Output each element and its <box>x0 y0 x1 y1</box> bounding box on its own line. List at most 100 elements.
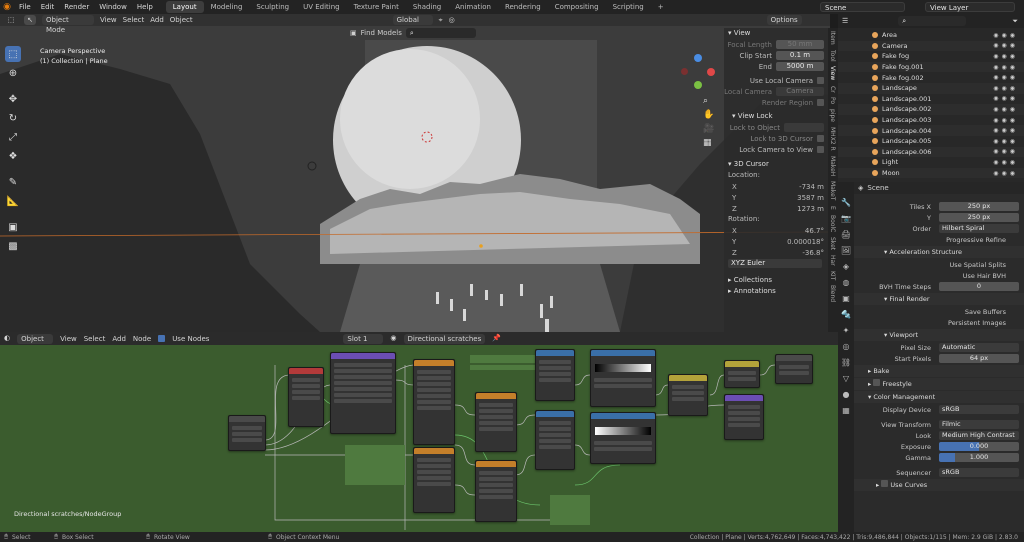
color-management-header[interactable]: ▾ Color Management <box>854 391 1024 403</box>
outliner-item[interactable]: Landscape ◉◉◉ <box>838 82 1024 94</box>
node-color-ramp-2[interactable] <box>590 412 656 464</box>
shader-type-selector[interactable]: Object <box>17 333 54 344</box>
use-curves-header[interactable]: ▸ Use Curves <box>854 479 1024 491</box>
scale-tool-icon[interactable]: ⤢ <box>5 129 21 145</box>
sidebar-tab-makeh[interactable]: MakeH <box>829 156 836 176</box>
cursor-ry-field[interactable]: 0.000018° <box>787 238 824 246</box>
view-layer-tab-icon[interactable]: 🖼 <box>841 246 851 255</box>
perspective-toggle-icon[interactable]: ▦ <box>703 138 714 148</box>
particles-tab-icon[interactable]: ✦ <box>843 326 850 335</box>
look-selector[interactable]: Medium High Contrast <box>939 431 1019 440</box>
outliner-item[interactable]: Fake fog.001 ◉◉◉ <box>838 61 1024 73</box>
3d-viewport[interactable]: ⬚ ↖ Object Mode View Select Add Object G… <box>0 14 830 332</box>
physics-tab-icon[interactable]: ◎ <box>843 342 850 351</box>
menu-add[interactable]: Add <box>150 16 164 24</box>
visibility-icons[interactable]: ◉◉◉ <box>993 127 1018 134</box>
node-math-2[interactable] <box>535 410 575 470</box>
lock-3d-cursor-checkbox[interactable] <box>817 135 824 142</box>
menu-file[interactable]: File <box>14 3 36 11</box>
sidebar-tab-e[interactable]: E <box>829 206 836 210</box>
node-noise-texture-2[interactable] <box>413 447 455 513</box>
cursor-x-field[interactable]: -734 m <box>799 183 824 191</box>
view-section-header[interactable]: ▾ View <box>724 28 828 39</box>
sidebar-tab-maket[interactable]: MakeT <box>829 181 836 200</box>
outliner-item[interactable]: Fake fog.002 ◉◉◉ <box>838 72 1024 83</box>
node-mix-2[interactable] <box>724 360 760 388</box>
visibility-icons[interactable]: ◉◉◉ <box>993 74 1018 81</box>
outliner-item[interactable]: Landscape.005 ◉◉◉ <box>838 136 1024 147</box>
viewport-header[interactable]: ▾ Viewport <box>854 329 1024 341</box>
annotations-header[interactable]: ▸ Annotations <box>724 286 828 297</box>
lock-to-object-field[interactable] <box>784 123 824 132</box>
menu-edit[interactable]: Edit <box>36 3 60 11</box>
node-noise-texture-1[interactable] <box>413 359 455 445</box>
orientation-selector[interactable]: Global <box>392 15 433 25</box>
use-local-camera-checkbox[interactable] <box>817 77 824 84</box>
cursor-tool-icon[interactable]: ⊕ <box>5 65 21 81</box>
visibility-icons[interactable]: ◉◉◉ <box>993 53 1018 60</box>
blender-logo-icon[interactable]: ◉ <box>0 2 14 12</box>
render-tab-icon[interactable]: 📷 <box>841 214 851 223</box>
freestyle-checkbox[interactable] <box>873 379 881 386</box>
collections-header[interactable]: ▸ Collections <box>724 275 828 286</box>
view-lock-header[interactable]: ▾ View Lock <box>724 111 828 122</box>
outliner-item[interactable]: Light ◉◉◉ <box>838 157 1024 168</box>
node-wave-texture-1[interactable] <box>475 392 517 452</box>
filter-icon[interactable]: ⏷ <box>1012 17 1018 25</box>
outliner-item[interactable]: Landscape.004 ◉◉◉ <box>838 125 1024 136</box>
view-transform-selector[interactable]: Filmic <box>939 420 1019 429</box>
tab-rendering[interactable]: Rendering <box>498 1 548 13</box>
modifier-tab-icon[interactable]: 🔩 <box>841 310 851 319</box>
node-math-1[interactable] <box>535 349 575 401</box>
scene-tab-icon[interactable]: ◈ <box>843 262 849 271</box>
pan-icon[interactable]: ✋ <box>703 110 714 120</box>
outliner-item[interactable]: Landscape.003 ◉◉◉ <box>838 115 1024 126</box>
clip-end-field[interactable]: 5000 m <box>776 62 824 71</box>
node-color-ramp-1[interactable] <box>590 349 656 407</box>
tiles-y-field[interactable]: 250 px <box>939 213 1019 222</box>
outliner-type-icon[interactable]: ☰ <box>842 17 848 25</box>
sidebar-tab-blend[interactable]: Blend <box>829 285 836 302</box>
tab-sculpting[interactable]: Sculpting <box>249 1 296 13</box>
cursor-y-field[interactable]: 3587 m <box>797 194 824 202</box>
menu-object[interactable]: Object <box>170 16 193 24</box>
add-workspace-button[interactable]: + <box>651 1 671 13</box>
acceleration-structure-header[interactable]: ▾ Acceleration Structure <box>854 246 1024 258</box>
cursor-rz-field[interactable]: -36.8° <box>802 249 824 257</box>
sidebar-tab-view[interactable]: View <box>829 66 836 80</box>
menu-select[interactable]: Select <box>123 16 145 24</box>
node-group-input[interactable] <box>228 415 266 451</box>
visibility-icons[interactable]: ◉◉◉ <box>993 138 1018 145</box>
visibility-icons[interactable]: ◉◉◉ <box>993 85 1018 92</box>
node-bump[interactable] <box>724 394 764 440</box>
camera-view-icon[interactable]: 🎥 <box>703 124 714 134</box>
menu-select[interactable]: Select <box>84 335 106 343</box>
output-tab-icon[interactable]: 🖨 <box>841 230 851 239</box>
visibility-icons[interactable]: ◉◉◉ <box>993 117 1018 124</box>
move-tool-icon[interactable]: ✥ <box>5 91 21 107</box>
tab-scripting[interactable]: Scripting <box>606 1 651 13</box>
outliner-item[interactable]: Landscape.002 ◉◉◉ <box>838 104 1024 115</box>
scene-selector[interactable]: Scene <box>820 2 905 12</box>
sidebar-tab-mhx2[interactable]: MHX2 R <box>829 127 836 151</box>
options-button[interactable]: Options <box>766 15 802 25</box>
tool-tab-icon[interactable]: 🔧 <box>841 198 851 207</box>
outliner-item[interactable]: Camera ◉◉◉ <box>838 40 1024 52</box>
sidebar-tab-sket[interactable]: Sket <box>829 237 836 250</box>
cursor-rx-field[interactable]: 46.7° <box>805 227 824 235</box>
sidebar-tab-item[interactable]: Item <box>829 31 836 45</box>
sequencer-selector[interactable]: sRGB <box>939 468 1019 477</box>
material-selector[interactable]: Directional scratches <box>403 333 486 344</box>
tab-shading[interactable]: Shading <box>406 1 448 13</box>
sidebar-tab-har[interactable]: Har <box>829 255 836 266</box>
cursor-z-field[interactable]: 1273 m <box>797 205 824 213</box>
visibility-icons[interactable]: ◉◉◉ <box>993 148 1018 155</box>
texture-tab-icon[interactable]: ▦ <box>842 406 850 415</box>
outliner-item[interactable]: Area ◉◉◉ <box>838 30 1024 41</box>
3d-cursor-header[interactable]: ▾ 3D Cursor <box>724 159 828 170</box>
transform-tool-icon[interactable]: ❖ <box>5 148 21 164</box>
snap-icon[interactable]: ⌖ <box>439 16 443 24</box>
constraints-tab-icon[interactable]: ⛓ <box>841 358 851 367</box>
node-texture-coordinate[interactable] <box>288 367 324 427</box>
add-cube-tool-icon[interactable]: ▣ <box>5 219 21 235</box>
